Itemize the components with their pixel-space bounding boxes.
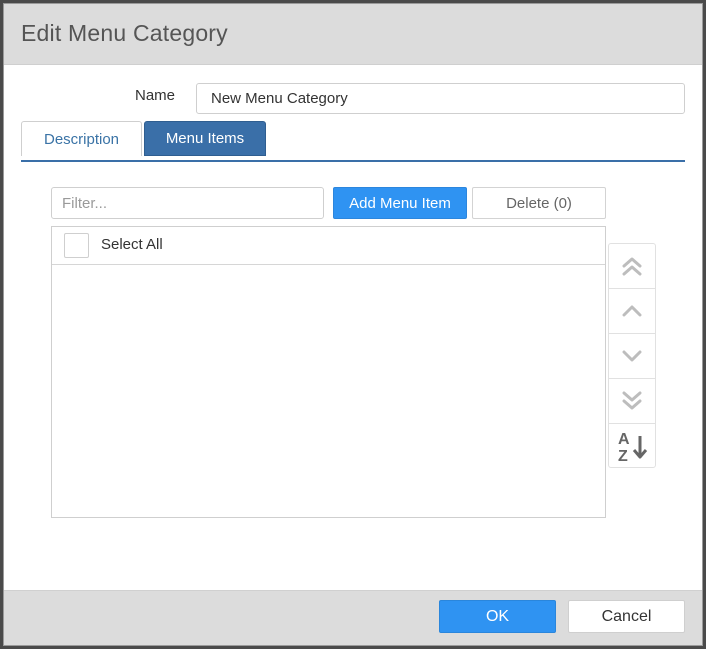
add-menu-item-button[interactable]: Add Menu Item (333, 187, 467, 219)
sort-az-glyph-z: Z (618, 448, 628, 464)
sort-az-glyph-a: A (618, 431, 630, 448)
ok-button[interactable]: OK (439, 600, 556, 633)
tab-underline (21, 160, 685, 162)
select-all-checkbox[interactable] (64, 233, 89, 258)
move-to-bottom-button[interactable] (608, 378, 656, 423)
tab-menu-items[interactable]: Menu Items (144, 121, 266, 156)
dialog-title: Edit Menu Category (21, 20, 228, 46)
menu-items-list: Select All (51, 226, 606, 518)
move-to-top-button[interactable] (608, 243, 656, 288)
name-input[interactable] (196, 83, 685, 114)
sort-az-button[interactable]: A Z (608, 423, 656, 468)
list-header: Select All (52, 227, 605, 265)
move-up-button[interactable] (608, 288, 656, 333)
name-label: Name (135, 87, 176, 104)
move-to-bottom-icon (622, 391, 642, 410)
move-to-top-icon (622, 257, 642, 276)
edit-menu-category-dialog: Edit Menu Category Name Description Menu… (3, 3, 703, 646)
select-all-label[interactable]: Select All (101, 236, 163, 253)
delete-button[interactable]: Delete (0) (472, 187, 606, 219)
filter-input[interactable] (51, 187, 324, 219)
cancel-button[interactable]: Cancel (568, 600, 685, 633)
move-down-button[interactable] (608, 333, 656, 378)
tab-description[interactable]: Description (21, 121, 142, 156)
move-down-icon (622, 350, 642, 362)
dialog-titlebar: Edit Menu Category (4, 4, 702, 65)
move-up-icon (622, 305, 642, 317)
sort-az-icon: A Z (618, 431, 648, 464)
reorder-toolbar: A Z (608, 243, 656, 468)
